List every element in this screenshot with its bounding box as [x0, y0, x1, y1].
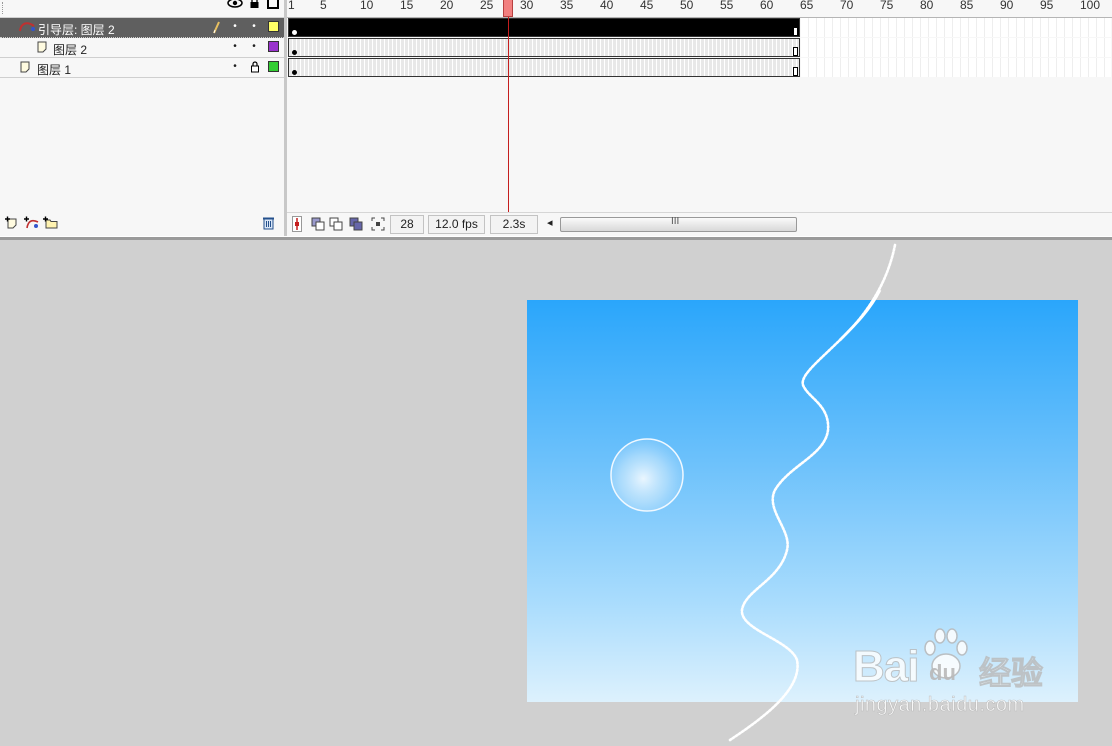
watermark-brand-suffix: du	[929, 660, 956, 685]
watermark-brand: Bai	[852, 642, 919, 692]
watermark-chinese: 经验	[978, 655, 1044, 692]
watermark-url: jingyan.baidu.com	[855, 694, 1025, 717]
baidu-watermark: Bai du 经验 jingyan.baidu.com	[852, 622, 1063, 722]
